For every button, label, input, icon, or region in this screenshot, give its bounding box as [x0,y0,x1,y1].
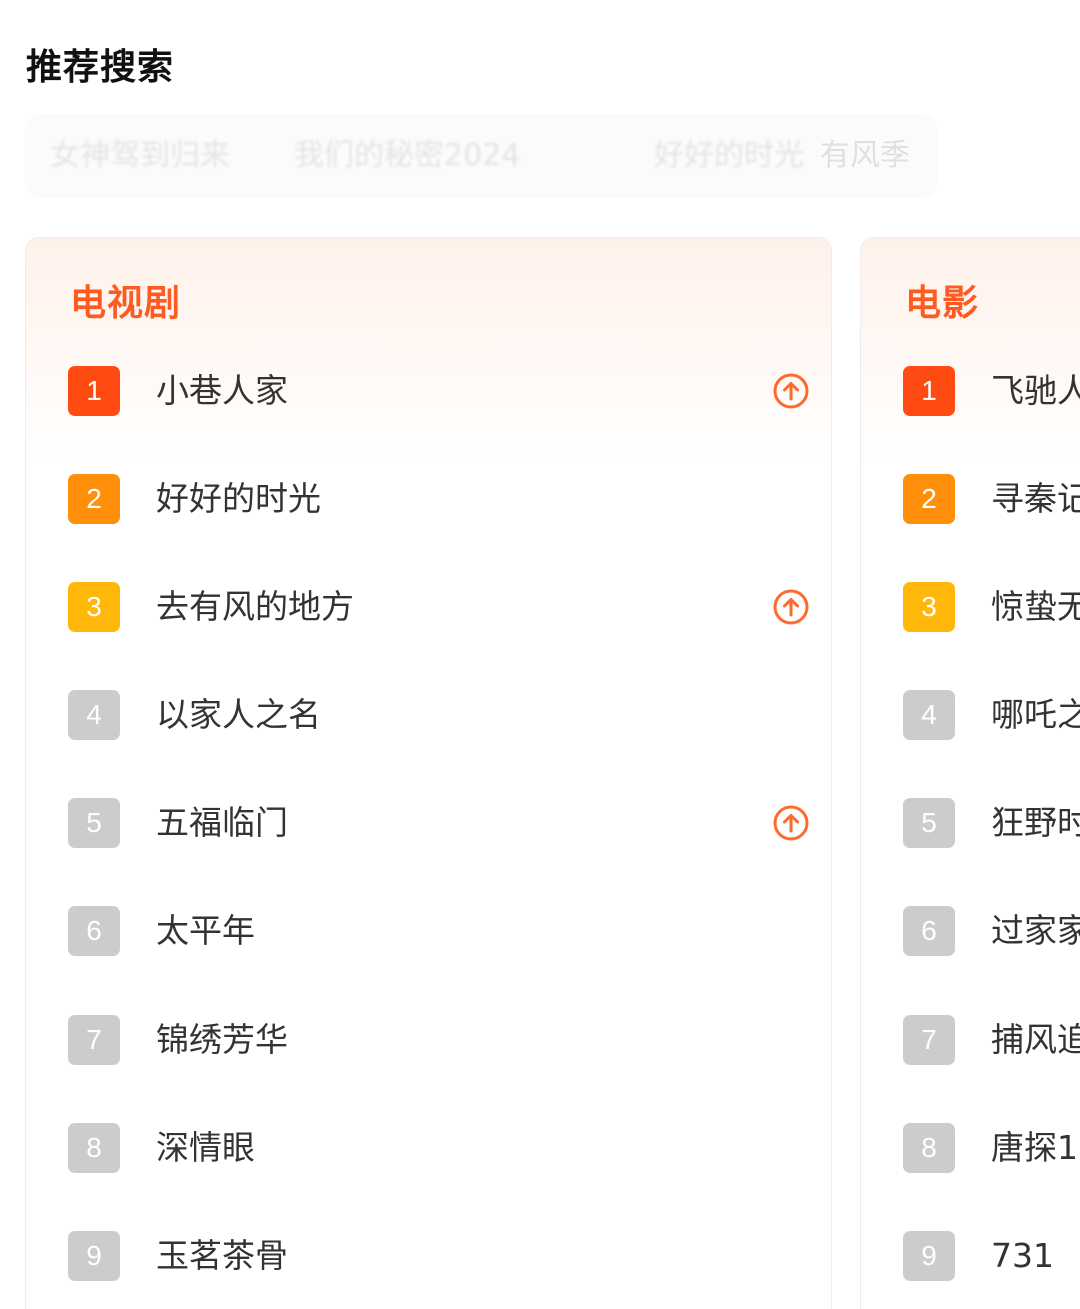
ranking-row[interactable]: 8 唐探19 [861,1113,1080,1183]
ranking-row[interactable]: 9 玉茗茶骨 [26,1221,831,1291]
section-title: 推荐搜索 [26,47,175,88]
recommended-search-page: 推荐搜索 女神驾到归来 我们的秘密2024 好好的时光 有风季 电视剧 1 小巷人… [0,0,1080,1309]
rank-badge: 7 [903,1015,955,1065]
ranking-row[interactable]: 4 以家人之名 [26,680,831,750]
rank-title: 深情眼 [156,1128,255,1167]
rank-badge: 9 [903,1231,955,1281]
rank-badge: 5 [903,798,955,848]
rank-badge: 9 [68,1231,120,1281]
rank-badge: 6 [903,906,955,956]
ranking-row[interactable]: 3 惊蛰无 [861,572,1080,642]
rank-title: 过家家 [991,911,1080,950]
rank-title: 去有风的地方 [156,587,354,626]
ranking-row[interactable]: 5 狂野时 [861,788,1080,858]
ranking-row[interactable]: 9 731 [861,1221,1080,1291]
arrow-up-circle-icon [773,805,809,841]
rank-title: 小巷人家 [156,371,288,410]
ranking-row[interactable]: 6 太平年 [26,896,831,966]
suggestion-chip[interactable]: 有风季 [820,132,936,180]
ranking-row[interactable]: 2 好好的时光 [26,464,831,534]
rank-title: 好好的时光 [156,479,321,518]
rank-badge: 3 [903,582,955,632]
rank-title: 狂野时 [991,803,1080,842]
rank-badge: 6 [68,906,120,956]
rank-title: 寻秦记 [991,479,1080,518]
ranking-row[interactable]: 1 飞驰人 [861,356,1080,426]
rank-title: 以家人之名 [156,695,321,734]
rank-badge: 5 [68,798,120,848]
rank-title: 玉茗茶骨 [156,1236,288,1275]
rank-badge: 1 [68,366,120,416]
suggestion-chip[interactable]: 女神驾到归来 [50,132,250,180]
arrow-up-circle-icon [773,589,809,625]
ranking-row[interactable]: 2 寻秦记 [861,464,1080,534]
ranking-row[interactable]: 3 去有风的地方 [26,572,831,642]
ranking-row[interactable]: 5 五福临门 [26,788,831,858]
suggestion-strip[interactable]: 女神驾到归来 我们的秘密2024 好好的时光 有风季 [24,114,938,198]
ranking-row[interactable]: 7 捕风追 [861,1005,1080,1075]
rank-badge: 4 [68,690,120,740]
ranking-row[interactable]: 8 深情眼 [26,1113,831,1183]
movie-ranking-card: 电影 1 飞驰人 2 寻秦记 3 惊蛰无 4 哪吒之 5 狂野时 6 过家家 7 捕风追 8 唐探19 9 731 [860,237,1080,1309]
rank-title: 太平年 [156,911,255,950]
ranking-row[interactable]: 4 哪吒之 [861,680,1080,750]
ranking-row[interactable]: 1 小巷人家 [26,356,831,426]
rank-badge: 8 [903,1123,955,1173]
rank-title: 五福临门 [156,803,288,842]
tv-ranking-card: 电视剧 1 小巷人家 2 好好的时光 3 去有风的地方 4 以家人之名 5 五福临门 6 太平年 7 锦绣… [25,237,832,1309]
suggestion-chip[interactable]: 我们的秘密2024 [294,132,614,180]
rank-badge: 3 [68,582,120,632]
rank-badge: 7 [68,1015,120,1065]
card-title-movie: 电影 [905,283,980,324]
rank-title: 惊蛰无 [991,587,1080,626]
ranking-row[interactable]: 7 锦绣芳华 [26,1005,831,1075]
rank-badge: 2 [68,474,120,524]
rank-title: 哪吒之 [991,695,1080,734]
rank-badge: 8 [68,1123,120,1173]
rank-title: 锦绣芳华 [156,1020,288,1059]
rank-title: 飞驰人 [991,371,1080,410]
rank-title: 唐探19 [991,1128,1080,1167]
card-title-tv: 电视剧 [70,283,182,324]
rank-title: 捕风追 [991,1020,1080,1059]
rank-title: 731 [991,1236,1054,1275]
rank-badge: 1 [903,366,955,416]
rank-badge: 4 [903,690,955,740]
arrow-up-circle-icon [773,373,809,409]
suggestion-chip[interactable]: 好好的时光 [654,132,814,180]
ranking-row[interactable]: 6 过家家 [861,896,1080,966]
rank-badge: 2 [903,474,955,524]
